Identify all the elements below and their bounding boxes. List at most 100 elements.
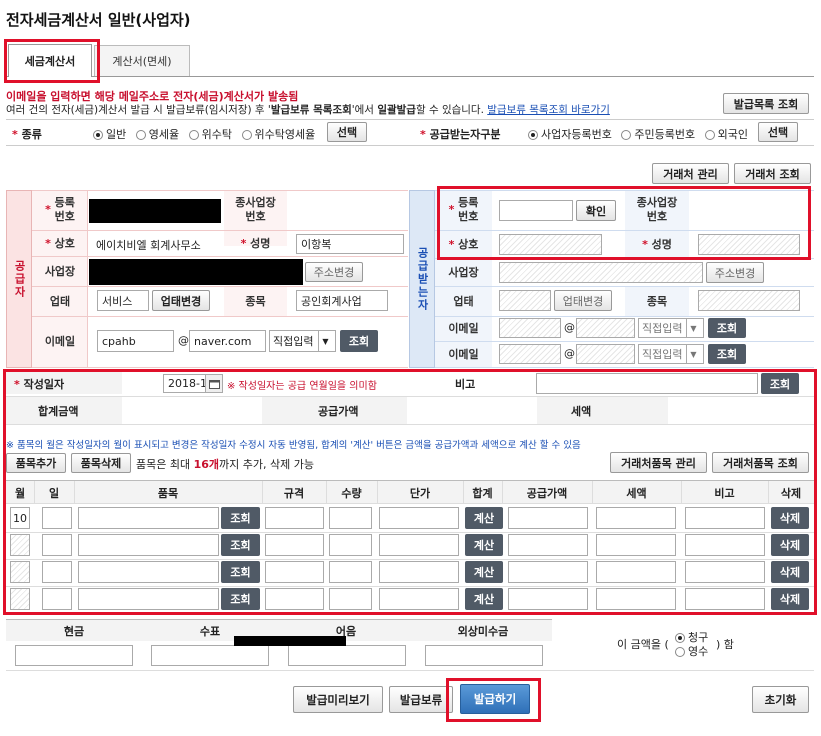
item-day-field[interactable] [42,534,72,556]
buyer-email2-domain-field[interactable] [576,344,635,364]
item-day-field[interactable] [42,588,72,610]
partner-item-manage-button[interactable]: 거래처품목 관리 [610,452,707,473]
item-supply-field[interactable] [508,507,588,529]
hold-button[interactable]: 발급보류 [389,686,453,713]
item-name-field[interactable] [78,588,219,610]
buyer-email2-lookup-button[interactable]: 조회 [708,344,746,364]
buyer-addr-change-button[interactable]: 주소변경 [706,262,764,283]
buyer-radio-bizno[interactable] [528,130,538,140]
issue-list-button[interactable]: 발급목록 조회 [723,93,809,114]
kind-radio-consign-zero[interactable] [241,130,252,140]
supplier-biztype-field[interactable]: 서비스 [97,290,149,311]
add-item-button[interactable]: 품목추가 [6,453,66,473]
item-lookup-button[interactable]: 조회 [221,534,260,556]
item-qty-field[interactable] [329,534,372,556]
item-spec-field[interactable] [265,588,324,610]
item-delete-button[interactable]: 삭제 [771,561,809,583]
item-tax-field[interactable] [596,588,676,610]
item-remark-field[interactable] [685,561,765,583]
issue-button[interactable]: 발급하기 [460,684,530,714]
item-day-field[interactable] [42,507,72,529]
supplier-item-field[interactable]: 공인회계사업 [296,290,388,311]
kind-radio-group[interactable]: 일반 영세율 위수탁 위수탁영세율 [93,126,315,142]
item-price-field[interactable] [379,561,459,583]
kind-radio-normal[interactable] [93,130,103,140]
preview-button[interactable]: 발급미리보기 [293,686,383,713]
partner-manage-button[interactable]: 거래처 관리 [652,163,729,184]
item-calc-button[interactable]: 계산 [465,561,503,583]
buyer-ceo-field[interactable] [698,234,800,255]
item-name-field[interactable] [78,561,219,583]
item-qty-field[interactable] [329,507,372,529]
item-supply-field[interactable] [508,561,588,583]
item-month-field[interactable] [10,561,30,583]
item-price-field[interactable] [379,588,459,610]
item-price-field[interactable] [379,534,459,556]
item-month-field[interactable]: 10 [10,507,30,529]
supplier-email-domain-field[interactable]: naver.com [189,330,266,352]
item-tax-field[interactable] [596,507,676,529]
buyer-addr-field[interactable] [499,262,703,283]
buyer-email1-id-field[interactable] [499,318,561,338]
item-month-field[interactable] [10,588,30,610]
item-tax-field[interactable] [596,561,676,583]
buyer-type-select-button[interactable]: 선택 [758,122,798,142]
item-price-field[interactable] [379,507,459,529]
radio-receipt[interactable] [675,647,685,657]
partner-lookup-button[interactable]: 거래처 조회 [734,163,811,184]
remark-lookup-button[interactable]: 조회 [761,373,799,394]
kind-radio-zero[interactable] [135,130,146,140]
item-spec-field[interactable] [265,534,324,556]
payment-cash-field[interactable] [15,645,133,666]
item-calc-button[interactable]: 계산 [465,534,503,556]
buyer-name-field[interactable] [499,234,602,255]
buyer-type-radio-group[interactable]: 사업자등록번호 주민등록번호 외국인 [528,126,748,142]
item-month-field[interactable] [10,534,30,556]
buyer-radio-foreign[interactable] [704,130,715,140]
payment-note-field[interactable] [288,645,406,666]
tab-invoice-exempt[interactable]: 계산서(면세) [94,45,190,76]
buyer-regno-field[interactable] [499,200,573,221]
buyer-biztype-change-button[interactable]: 업태변경 [554,290,612,311]
item-calc-button[interactable]: 계산 [465,507,503,529]
item-calc-button[interactable]: 계산 [465,588,503,610]
supplier-ceo-field[interactable]: 이항복 [296,234,404,254]
calendar-icon[interactable] [205,374,223,393]
remark-field[interactable] [536,373,758,394]
buyer-email2-id-field[interactable] [499,344,561,364]
reset-button[interactable]: 초기화 [752,686,809,713]
kind-radio-consign[interactable] [188,130,199,140]
item-qty-field[interactable] [329,588,372,610]
buyer-biztype-field[interactable] [499,290,551,311]
hold-list-link[interactable]: 발급보류 목록조회 바로가기 [487,104,610,116]
item-remark-field[interactable] [685,588,765,610]
item-lookup-button[interactable]: 조회 [221,561,260,583]
item-name-field[interactable] [78,507,219,529]
supplier-email-id-field[interactable]: cpahb [97,330,174,352]
item-lookup-button[interactable]: 조회 [221,588,260,610]
supplier-email-lookup-button[interactable]: 조회 [340,330,378,352]
supplier-addr-change-button[interactable]: 주소변경 [305,262,363,282]
item-spec-field[interactable] [265,507,324,529]
item-supply-field[interactable] [508,534,588,556]
item-remark-field[interactable] [685,534,765,556]
tab-tax-invoice[interactable]: 세금계산서 [8,44,92,77]
delete-item-button[interactable]: 품목삭제 [71,453,131,473]
buyer-email1-domain-field[interactable] [576,318,635,338]
item-supply-field[interactable] [508,588,588,610]
amount-option-receipt[interactable]: 영수 [675,643,708,659]
buyer-radio-resident[interactable] [621,130,632,140]
item-delete-button[interactable]: 삭제 [771,507,809,529]
item-name-field[interactable] [78,534,219,556]
radio-claim[interactable] [675,633,685,643]
item-spec-field[interactable] [265,561,324,583]
buyer-email1-lookup-button[interactable]: 조회 [708,318,746,338]
payment-credit-field[interactable] [425,645,543,666]
item-remark-field[interactable] [685,507,765,529]
buyer-email2-select[interactable]: 직접입력 ▼ [638,344,704,364]
partner-item-lookup-button[interactable]: 거래처품목 조회 [712,452,809,473]
item-qty-field[interactable] [329,561,372,583]
item-tax-field[interactable] [596,534,676,556]
payment-check-field[interactable] [151,645,269,666]
kind-select-button[interactable]: 선택 [327,122,367,142]
